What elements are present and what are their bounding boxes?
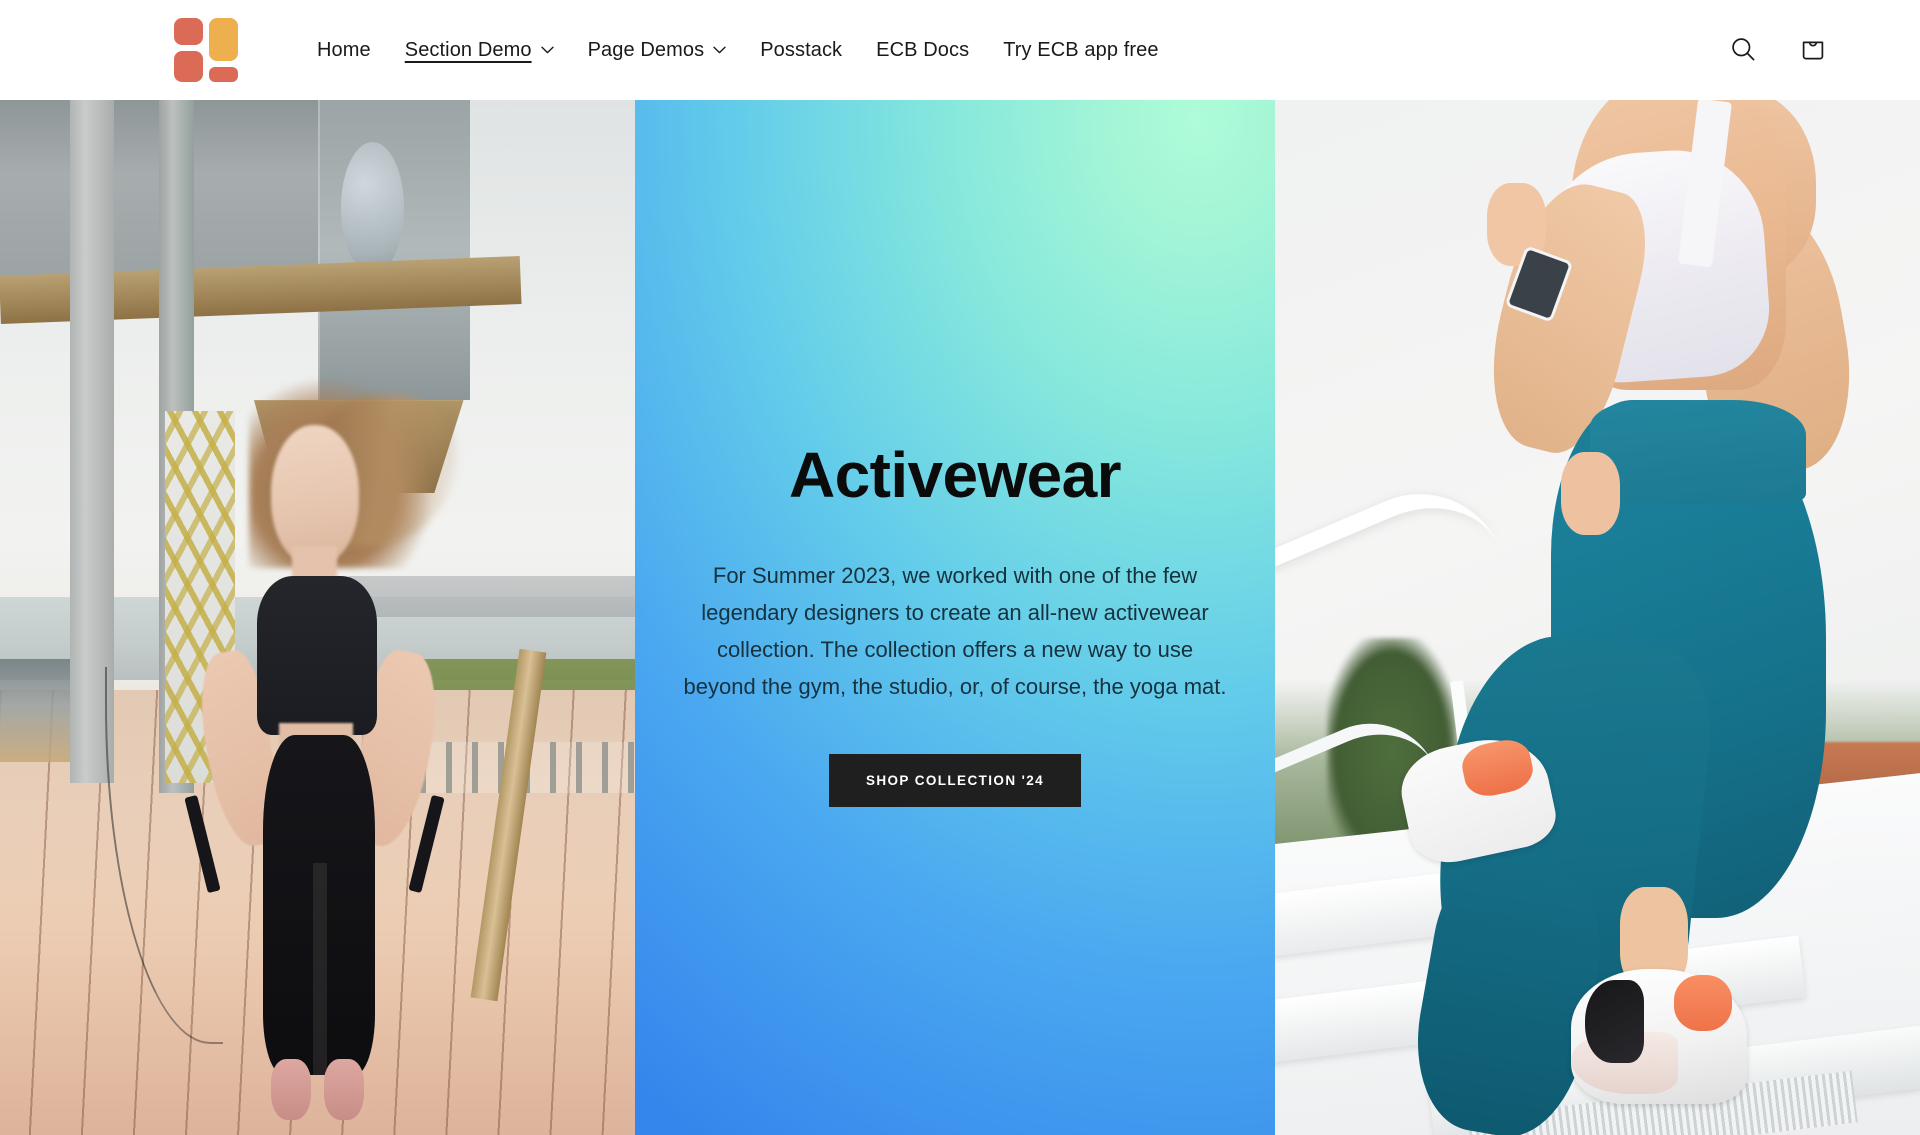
nav-item-label: Section Demo	[404, 39, 532, 61]
right-image-subject	[1393, 100, 1894, 1135]
hero-section: Activewear For Summer 2023, we worked wi…	[0, 100, 1920, 1135]
hero-image-right	[1275, 100, 1920, 1135]
shop-collection-button[interactable]: SHOP COLLECTION '24	[828, 753, 1082, 808]
hero-title: Activewear	[789, 438, 1122, 511]
main-navigation: Home Section Demo Page Demos Posstack EC…	[300, 27, 1176, 73]
chevron-down-icon	[540, 46, 554, 54]
nav-item-posstack[interactable]: Posstack	[743, 27, 859, 73]
cart-button[interactable]	[1786, 23, 1840, 77]
hero-image-left	[0, 100, 635, 1135]
nav-item-home[interactable]: Home	[300, 27, 388, 73]
search-button[interactable]	[1716, 23, 1770, 77]
nav-item-label: Home	[317, 39, 371, 61]
search-icon	[1729, 35, 1757, 66]
nav-item-label: Try ECB app free	[1003, 39, 1159, 61]
nav-item-label: ECB Docs	[876, 39, 970, 61]
nav-item-section-demo[interactable]: Section Demo	[388, 27, 571, 73]
site-header: Home Section Demo Page Demos Posstack EC…	[0, 0, 1920, 100]
nav-item-label: Posstack	[760, 39, 843, 61]
header-actions	[1716, 23, 1840, 77]
nav-item-ecb-docs[interactable]: ECB Docs	[859, 27, 986, 73]
hero-content-panel: Activewear For Summer 2023, we worked wi…	[635, 100, 1275, 1135]
nav-item-label: Page Demos	[587, 39, 705, 61]
left-image-subject	[105, 379, 458, 1135]
nav-item-page-demos[interactable]: Page Demos	[571, 27, 744, 73]
brand-logo[interactable]	[170, 14, 242, 86]
hero-description: For Summer 2023, we worked with one of t…	[683, 563, 1227, 699]
chevron-down-icon	[713, 46, 726, 54]
cart-icon	[1799, 35, 1827, 66]
nav-item-try-ecb-app-free[interactable]: Try ECB app free	[986, 27, 1175, 73]
brand-logo-icon	[174, 18, 238, 82]
